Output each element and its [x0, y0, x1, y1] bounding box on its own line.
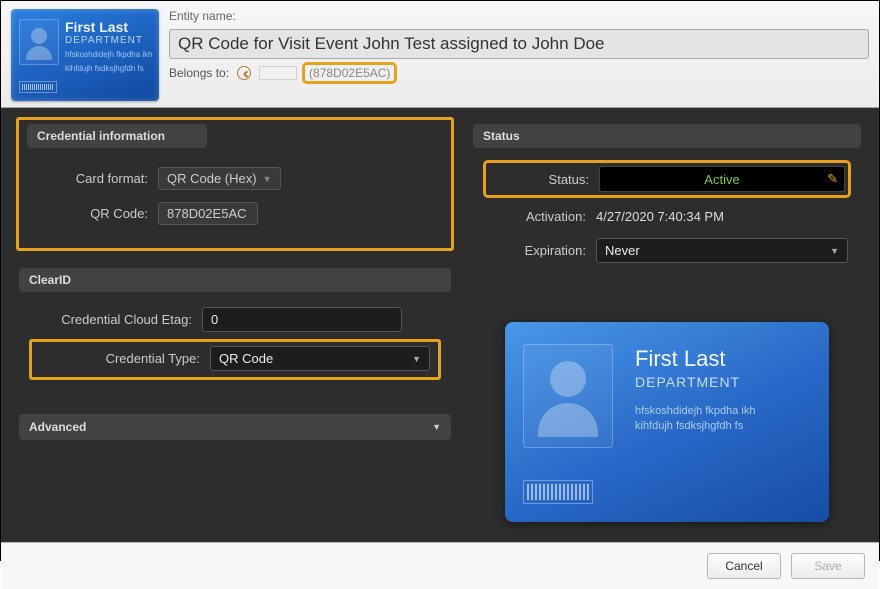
left-column: Credential information Card format: QR C…: [19, 124, 451, 522]
credential-card-thumbnail: First Last DEPARTMENT hfskoshdidejh fkpd…: [11, 9, 159, 101]
chevron-down-icon: ▼: [412, 354, 421, 364]
main-content: Credential information Card format: QR C…: [1, 108, 879, 542]
activation-value: 4/27/2020 7:40:34 PM: [596, 209, 724, 224]
status-value: Active: [704, 172, 739, 187]
card-line2: kihfdujh fsdksjhgfdh fs: [65, 64, 153, 74]
card-department: DEPARTMENT: [65, 35, 153, 46]
entity-name-input[interactable]: [169, 29, 869, 59]
card-format-label: Card format:: [40, 171, 148, 186]
barcode-icon: [523, 480, 593, 504]
chevron-down-icon: ▼: [830, 246, 839, 256]
credential-card-preview: First Last DEPARTMENT hfskoshdidejh fkpd…: [505, 322, 829, 522]
expiration-select[interactable]: Never▼: [596, 238, 848, 263]
save-button[interactable]: Save: [791, 553, 865, 579]
avatar-placeholder-icon: [523, 344, 613, 448]
preview-card-line2: kihfdujh fsdksjhgfdh fs: [635, 419, 755, 434]
belongs-to-code-highlight: (878D02E5AC): [305, 65, 394, 81]
preview-card-line1: hfskoshdidejh fkpdha ikh: [635, 404, 755, 419]
footer: Cancel Save: [1, 542, 879, 589]
clearid-header: ClearID: [19, 268, 451, 292]
credential-type-label: Credential Type:: [40, 351, 200, 366]
credential-cloud-etag-input[interactable]: [202, 307, 402, 332]
status-field[interactable]: Active ✎: [599, 166, 845, 192]
card-format-select[interactable]: QR Code (Hex)▼: [158, 167, 281, 190]
belongs-to-label: Belongs to:: [169, 66, 229, 80]
edit-status-icon[interactable]: ✎: [827, 171, 838, 187]
preview-card-department: DEPARTMENT: [635, 374, 755, 390]
chevron-down-icon: ▼: [263, 174, 272, 184]
cancel-button[interactable]: Cancel: [707, 553, 781, 579]
expiration-label: Expiration:: [486, 243, 586, 258]
barcode-icon: [19, 81, 57, 93]
credential-type-select[interactable]: QR Code▼: [210, 346, 430, 371]
entity-name-label: Entity name:: [169, 9, 869, 23]
status-panel: Status Status: Active ✎ Activation: 4/27…: [473, 124, 861, 280]
belongs-to-code: (878D02E5AC): [309, 66, 390, 80]
preview-card-name: First Last: [635, 346, 755, 372]
card-name: First Last: [65, 19, 153, 35]
qr-code-label: QR Code:: [40, 206, 148, 221]
clearid-panel: ClearID Credential Cloud Etag: Credentia…: [19, 268, 451, 396]
credential-information-panel: Credential information Card format: QR C…: [19, 124, 451, 250]
qr-code-value: 878D02E5AC: [158, 202, 258, 225]
right-column: Status Status: Active ✎ Activation: 4/27…: [473, 124, 861, 522]
status-label: Status:: [489, 172, 589, 187]
activation-label: Activation:: [486, 209, 586, 224]
advanced-panel-header[interactable]: Advanced▼: [19, 414, 451, 440]
card-line1: hfskoshdidejh fkpdha ikh: [65, 50, 153, 60]
credential-cloud-etag-label: Credential Cloud Etag:: [32, 312, 192, 327]
credential-highlight: Credential information Card format: QR C…: [17, 118, 453, 250]
credential-information-header: Credential information: [27, 124, 207, 148]
belongs-to-chip[interactable]: [259, 66, 297, 80]
user-clock-icon: [237, 66, 251, 80]
avatar-placeholder-icon: [19, 19, 59, 65]
chevron-down-icon: ▼: [432, 422, 441, 432]
header-area: First Last DEPARTMENT hfskoshdidejh fkpd…: [1, 1, 879, 108]
status-header: Status: [473, 124, 861, 148]
